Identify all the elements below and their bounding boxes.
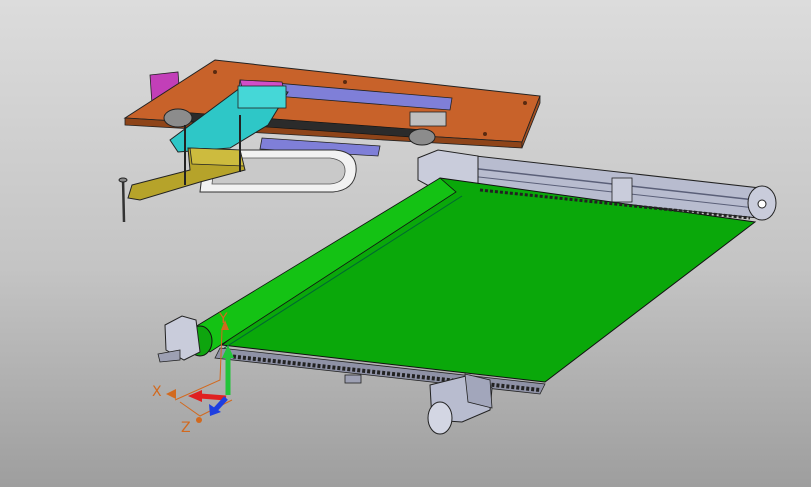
pulley-bracket (409, 111, 447, 127)
drive-pulley (163, 108, 193, 128)
z-guide-dot (196, 417, 202, 423)
y-axis-label: Y (218, 311, 228, 327)
x-guide-arrow (166, 389, 176, 399)
cad-3d-viewport[interactable]: X Y Z (0, 0, 811, 487)
screw-head (118, 177, 128, 183)
mounting-screw (121, 177, 126, 223)
upper-mount-bracket (611, 177, 633, 203)
plate-hole (483, 132, 487, 136)
front-foot (157, 349, 181, 363)
x-axis-arrowhead (188, 390, 202, 402)
idler-pulley (408, 128, 436, 146)
plate-hole (213, 70, 217, 74)
belt-conveyor[interactable] (157, 149, 777, 435)
gear-motor-end (427, 401, 453, 435)
gold-bracket-top (189, 147, 245, 167)
x-axis-label: X (152, 384, 162, 400)
rear-end-bolt (757, 199, 767, 209)
front-mount-tab (344, 374, 362, 384)
conveyor-assembly-model[interactable]: X Y Z (0, 0, 811, 487)
plate-hole (343, 80, 347, 84)
z-axis-label: Z (181, 420, 191, 436)
plate-hole (523, 101, 527, 105)
x-axis-arrow (199, 393, 227, 401)
cyan-carriage-block (237, 85, 287, 109)
